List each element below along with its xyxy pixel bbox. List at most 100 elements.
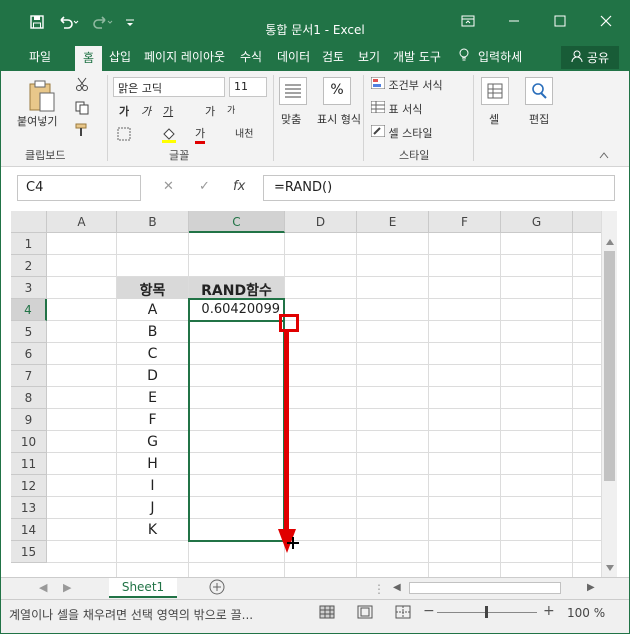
font-color-button[interactable]: 가 xyxy=(195,125,206,144)
name-box[interactable]: C4 xyxy=(17,175,141,201)
italic-button[interactable]: 가 xyxy=(141,103,151,119)
vertical-scrollbar[interactable] xyxy=(601,211,617,577)
cell-b9[interactable]: F xyxy=(117,409,188,431)
scroll-up-icon[interactable] xyxy=(606,239,614,245)
cut-icon[interactable] xyxy=(75,77,89,94)
add-sheet-icon[interactable] xyxy=(209,579,225,598)
horizontal-scroll-thumb[interactable] xyxy=(409,582,561,594)
scroll-left-icon[interactable]: ◀ xyxy=(393,582,401,593)
close-icon[interactable] xyxy=(583,15,629,31)
vertical-scroll-thumb[interactable] xyxy=(604,251,615,481)
header-cell-item[interactable]: 항목 xyxy=(117,277,188,299)
maximize-icon[interactable] xyxy=(537,15,583,31)
cell-b11[interactable]: H xyxy=(117,453,188,475)
table-format-button[interactable]: 표 서식 xyxy=(370,100,422,117)
tab-home[interactable]: 홈 xyxy=(75,46,103,71)
col-header-b[interactable]: B xyxy=(117,211,189,233)
align-icon[interactable] xyxy=(279,77,307,105)
row-header-15[interactable]: 15 xyxy=(11,541,47,563)
cells-button[interactable]: 셀 xyxy=(489,111,499,127)
cancel-icon[interactable]: ✕ xyxy=(163,175,174,201)
col-header-a[interactable]: A xyxy=(47,211,117,233)
scroll-right-icon[interactable]: ▶ xyxy=(587,582,595,593)
row-header-7[interactable]: 7 xyxy=(11,365,47,387)
number-format-button[interactable]: 표시 형식 xyxy=(317,111,361,127)
header-cell-rand[interactable]: RAND함수 xyxy=(189,277,284,299)
phonetic-button[interactable]: 내천 xyxy=(235,125,253,140)
tell-me-icon[interactable] xyxy=(459,48,469,65)
row-header-13[interactable]: 13 xyxy=(11,497,47,519)
row-header-10[interactable]: 10 xyxy=(11,431,47,453)
row-header-11[interactable]: 11 xyxy=(11,453,47,475)
col-header-g[interactable]: G xyxy=(501,211,573,233)
borders-icon[interactable] xyxy=(117,127,131,144)
cell-b6[interactable]: C xyxy=(117,343,188,365)
cell-style-button[interactable]: 셀 스타일 xyxy=(370,124,432,141)
font-name-combo[interactable]: 맑은 고딕 xyxy=(113,77,225,97)
paste-icon[interactable] xyxy=(27,79,57,116)
row-header-9[interactable]: 9 xyxy=(11,409,47,431)
cell-b4[interactable]: A xyxy=(117,299,188,321)
zoom-slider-thumb[interactable] xyxy=(485,606,488,618)
percent-icon[interactable]: % xyxy=(323,77,351,105)
col-header-d[interactable]: D xyxy=(285,211,357,233)
sheet-tab-sheet1[interactable]: Sheet1 xyxy=(109,578,177,598)
cell-b8[interactable]: E xyxy=(117,387,188,409)
tab-insert[interactable]: 삽입 xyxy=(109,48,131,65)
next-sheet-icon[interactable]: ▶ xyxy=(63,581,71,594)
cell-b10[interactable]: G xyxy=(117,431,188,453)
align-button[interactable]: 맞춤 xyxy=(281,111,301,127)
tab-developer[interactable]: 개발 도구 xyxy=(393,48,441,65)
cell-b12[interactable]: I xyxy=(117,475,188,497)
underline-button[interactable]: 가 xyxy=(163,103,173,119)
cond-format-button[interactable]: 조건부 서식 xyxy=(370,76,443,93)
col-header-h[interactable] xyxy=(573,211,603,233)
col-header-e[interactable]: E xyxy=(357,211,429,233)
row-header-1[interactable]: 1 xyxy=(11,233,47,255)
cells-icon[interactable] xyxy=(481,77,509,105)
format-painter-icon[interactable] xyxy=(75,123,89,140)
insert-function-icon[interactable]: fx xyxy=(233,175,245,201)
formula-input[interactable]: =RAND() xyxy=(263,175,615,201)
row-header-6[interactable]: 6 xyxy=(11,343,47,365)
fill-color-icon[interactable] xyxy=(161,127,177,146)
row-header-14[interactable]: 14 xyxy=(11,519,47,541)
find-icon[interactable] xyxy=(525,77,553,105)
scroll-down-icon[interactable] xyxy=(606,565,614,571)
ribbon-display-icon[interactable] xyxy=(445,15,491,31)
tell-me-input[interactable]: 입력하세 xyxy=(478,48,522,65)
font-size-combo[interactable]: 11 xyxy=(229,77,267,97)
tab-view[interactable]: 보기 xyxy=(358,48,380,65)
row-header-8[interactable]: 8 xyxy=(11,387,47,409)
cell-b5[interactable]: B xyxy=(117,321,188,343)
row-header-12[interactable]: 12 xyxy=(11,475,47,497)
enter-icon[interactable]: ✓ xyxy=(199,175,210,201)
tab-split-handle[interactable]: ⋮ xyxy=(373,582,385,596)
tab-formulas[interactable]: 수식 xyxy=(240,48,262,65)
worksheet-grid[interactable]: A B C D E F G 1 2 3 4 5 6 7 8 9 10 11 12… xyxy=(11,211,615,577)
prev-sheet-icon[interactable]: ◀ xyxy=(39,581,47,594)
select-all-corner[interactable] xyxy=(11,211,47,233)
zoom-in-icon[interactable]: + xyxy=(543,603,555,619)
col-header-c[interactable]: C xyxy=(189,211,285,233)
tab-file[interactable]: 파일 xyxy=(29,48,51,65)
row-header-2[interactable]: 2 xyxy=(11,255,47,277)
normal-view-icon[interactable] xyxy=(319,605,335,622)
row-header-5[interactable]: 5 xyxy=(11,321,47,343)
tab-page-layout[interactable]: 페이지 레이아웃 xyxy=(144,48,225,65)
share-button[interactable]: 공유 xyxy=(561,46,619,69)
minimize-icon[interactable] xyxy=(491,15,537,31)
col-header-f[interactable]: F xyxy=(429,211,501,233)
collapse-ribbon-icon[interactable] xyxy=(599,149,609,162)
cell-b7[interactable]: D xyxy=(117,365,188,387)
cell-b13[interactable]: J xyxy=(117,497,188,519)
row-header-3[interactable]: 3 xyxy=(11,277,47,299)
tab-data[interactable]: 데이터 xyxy=(277,48,310,65)
zoom-out-icon[interactable]: − xyxy=(423,603,435,619)
bold-button[interactable]: 가 xyxy=(119,103,129,119)
shrink-font-button[interactable]: 가 xyxy=(227,103,235,116)
tab-review[interactable]: 검토 xyxy=(322,48,344,65)
grow-font-button[interactable]: 가 xyxy=(205,103,215,119)
page-break-view-icon[interactable] xyxy=(395,605,411,622)
paste-button[interactable]: 붙여넣기 xyxy=(17,113,57,129)
